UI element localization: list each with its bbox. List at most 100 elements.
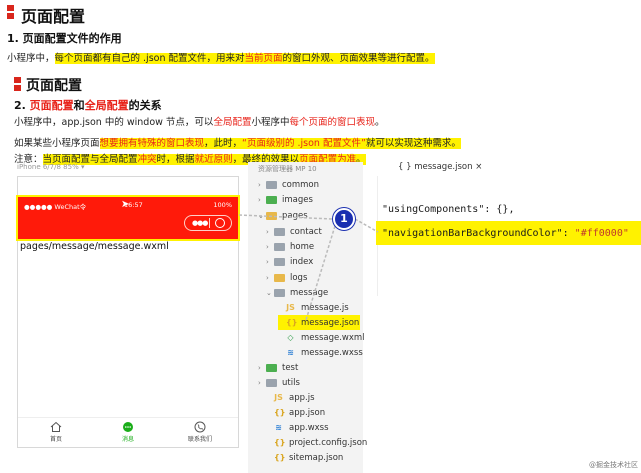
page-title: 页面配置 xyxy=(21,7,86,26)
section-marker-icon xyxy=(7,5,14,21)
file-tree-item[interactable]: {} project.config.json xyxy=(266,435,367,450)
chevron-icon: › xyxy=(258,378,261,387)
page-path-text: pages/message/message.wxml xyxy=(20,241,169,252)
tab-bar: 首页 消息 联系我们 xyxy=(18,417,238,447)
file-tree-item[interactable]: ◇ message.wxml xyxy=(278,330,365,345)
file-tree-label: pages xyxy=(282,210,308,221)
message-icon xyxy=(123,422,133,432)
file-tree-label: message.wxml xyxy=(301,332,365,343)
file-tree-label: logs xyxy=(290,272,308,283)
chevron-icon: › xyxy=(258,195,261,204)
file-tree-item[interactable]: {} message.json xyxy=(278,315,360,330)
file-tree-item[interactable]: JS app.js xyxy=(266,390,315,405)
file-tree-item[interactable]: ≋ app.wxss xyxy=(266,420,329,435)
tab-home[interactable]: 首页 xyxy=(36,421,76,443)
chevron-icon: › xyxy=(266,242,269,251)
file-tree-item[interactable]: ⌄ message xyxy=(266,285,328,300)
chevron-icon: › xyxy=(266,227,269,236)
folder-icon xyxy=(274,257,285,266)
file-tree-label: home xyxy=(290,241,315,252)
status-carrier: ●●●●● WeChat令 xyxy=(24,203,87,211)
intro-paragraph: 小程序中，每个页面都有自己的 .json 配置文件，用来对当前页面的窗口外观、页… xyxy=(7,53,435,64)
code-line-2[interactable]: "navigationBarBackgroundColor": "#ff0000… xyxy=(382,228,629,239)
code-line-1[interactable]: "usingComponents": {}, xyxy=(382,204,514,215)
file-tree-label: common xyxy=(282,179,320,190)
file-tree-item[interactable]: {} sitemap.json xyxy=(266,450,343,465)
file-tree-label: message.js xyxy=(301,302,349,313)
chevron-icon: › xyxy=(258,363,261,372)
section-heading-relation: 2. 页面配置和全局配置的关系 xyxy=(14,99,162,112)
folder-icon xyxy=(266,211,277,220)
folder-icon xyxy=(266,378,277,387)
chevron-icon: ⌄ xyxy=(266,288,272,297)
folder-icon xyxy=(274,227,285,236)
file-tree-item[interactable]: › images xyxy=(258,192,313,207)
file-tree-item[interactable]: JS message.js xyxy=(278,300,349,315)
file-tree-item[interactable]: › logs xyxy=(266,270,307,285)
more-icon[interactable]: ●●● xyxy=(192,219,208,227)
chevron-icon: › xyxy=(266,257,269,266)
folder-icon xyxy=(274,288,285,297)
chevron-icon: ⌄ xyxy=(258,211,264,220)
wxss-file-icon: ≋ xyxy=(287,348,294,357)
json-file-icon: {} xyxy=(286,318,298,327)
file-tree-label: message.wxss xyxy=(301,347,363,358)
chevron-icon: › xyxy=(258,180,261,189)
menu-capsule[interactable]: ●●● xyxy=(184,215,232,231)
json-file-icon: {} xyxy=(274,408,286,417)
explorer-title: 资源管理器 MP 10 xyxy=(258,165,317,173)
watermark: @掘金技术社区 xyxy=(589,461,638,469)
file-tree-label: utils xyxy=(282,377,300,388)
file-tree-label: app.wxss xyxy=(289,422,329,433)
wxml-file-icon: ◇ xyxy=(287,333,294,342)
file-tree-item[interactable]: › common xyxy=(258,177,319,192)
folder-icon xyxy=(274,242,285,251)
close-circle-icon[interactable] xyxy=(215,218,225,228)
code-editor: { } message.json × "usingComponents": {}… xyxy=(370,162,641,473)
file-tree-label: message xyxy=(290,287,329,298)
file-tree-label: project.config.json xyxy=(289,437,368,448)
file-tree-item[interactable]: › utils xyxy=(258,375,300,390)
file-tree-label: test xyxy=(282,362,299,373)
special-window-paragraph: 如果某些小程序页面想要拥有特殊的窗口表现，此时，“页面级别的 .json 配置文… xyxy=(14,138,461,149)
section-title: 页面配置 xyxy=(26,78,82,94)
js-file-icon: JS xyxy=(274,393,283,402)
tab-message[interactable]: 消息 xyxy=(108,421,148,443)
home-icon xyxy=(50,421,62,432)
status-battery: 100% xyxy=(213,201,232,209)
folder-icon xyxy=(274,273,285,282)
file-tree-item[interactable]: › index xyxy=(266,254,313,269)
json-file-icon: {} xyxy=(274,453,286,462)
wxss-file-icon: ≋ xyxy=(275,423,282,432)
file-tree-item[interactable]: {} app.json xyxy=(266,405,325,420)
file-tree-label: app.js xyxy=(289,392,315,403)
file-tree-label: index xyxy=(290,256,314,267)
mouse-cursor-icon: ➤ xyxy=(121,199,130,210)
js-file-icon: JS xyxy=(286,303,295,312)
phone-simulator: ●●●●● WeChat令 16:57 100% ●●● pages/messa… xyxy=(16,176,240,448)
file-tree-item[interactable]: ≋ message.wxss xyxy=(278,345,363,360)
phone-icon xyxy=(194,421,206,433)
chevron-icon: › xyxy=(266,273,269,282)
device-selector[interactable]: iPhone 6/7/8 85% ▾ xyxy=(17,163,239,175)
section-heading: 1. 页面配置文件的作用 xyxy=(7,32,122,45)
file-tree-item[interactable]: ⌄ pages xyxy=(258,208,308,223)
file-tree-item[interactable]: › test xyxy=(258,360,298,375)
json-file-icon: {} xyxy=(274,438,286,447)
tab-contact[interactable]: 联系我们 xyxy=(180,421,220,443)
file-tree-label: sitemap.json xyxy=(289,452,344,463)
folder-icon xyxy=(266,195,277,204)
file-tree-label: contact xyxy=(290,226,322,237)
file-tree-label: message.json xyxy=(301,317,360,328)
editor-tab-message-json[interactable]: { } message.json × xyxy=(398,162,482,172)
file-tree-item[interactable]: › home xyxy=(266,239,314,254)
capsule-divider xyxy=(209,218,210,228)
folder-icon xyxy=(266,363,277,372)
file-tree-item[interactable]: › contact xyxy=(266,224,322,239)
callout-badge: 1 xyxy=(333,208,355,230)
section-marker-icon xyxy=(14,77,21,93)
global-config-paragraph: 小程序中，app.json 中的 window 节点，可以全局配置小程序中每个页… xyxy=(14,117,385,128)
folder-icon xyxy=(266,180,277,189)
file-tree-label: images xyxy=(282,194,313,205)
file-tree-label: app.json xyxy=(289,407,326,418)
